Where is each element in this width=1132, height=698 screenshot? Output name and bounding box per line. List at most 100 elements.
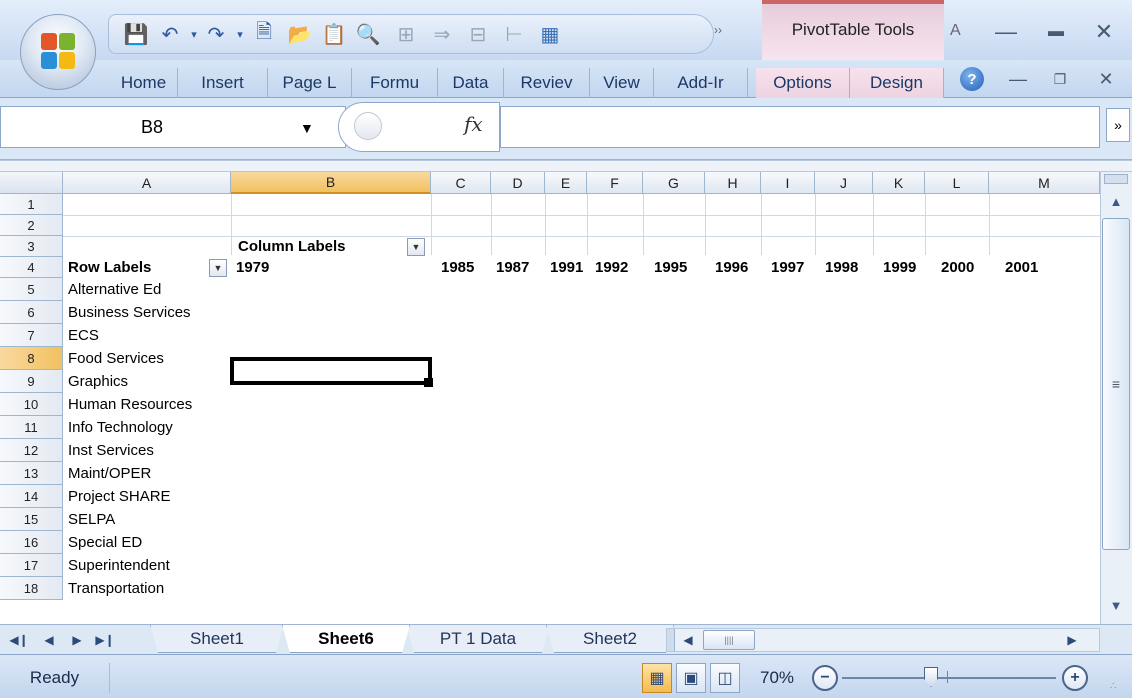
tab-review[interactable]: Reviev bbox=[504, 68, 590, 98]
first-sheet-icon[interactable]: ◀❙ bbox=[8, 629, 30, 651]
maximize-icon[interactable]: ▬ bbox=[1036, 12, 1076, 52]
row-labels-filter-icon[interactable]: ▼ bbox=[209, 259, 227, 277]
sheet-tab[interactable]: PT 1 Data bbox=[406, 625, 550, 653]
merge-cells-icon[interactable]: ⊢ bbox=[499, 19, 529, 49]
sheet-tab[interactable]: Sheet1 bbox=[150, 625, 284, 653]
workbook-restore-icon[interactable]: ❐ bbox=[1040, 60, 1080, 98]
row-header[interactable]: 7 bbox=[0, 324, 63, 347]
pivot-row-item[interactable]: Graphics bbox=[63, 370, 128, 393]
row-header[interactable]: 17 bbox=[0, 554, 63, 577]
sheet-tab-active[interactable]: Sheet6 bbox=[282, 625, 410, 653]
fill-handle[interactable] bbox=[424, 378, 433, 387]
row-header[interactable]: 16 bbox=[0, 531, 63, 554]
pivot-row-item[interactable]: Special ED bbox=[63, 531, 142, 554]
pivot-row-item[interactable]: Project SHARE bbox=[63, 485, 171, 508]
pivot-row-item[interactable]: Info Technology bbox=[63, 416, 173, 439]
tab-home[interactable]: Home bbox=[110, 68, 178, 98]
zoom-level[interactable]: 70% bbox=[760, 663, 800, 693]
workbook-minimize-icon[interactable]: — bbox=[998, 60, 1038, 98]
column-header-d[interactable]: D bbox=[491, 172, 545, 194]
scroll-up-icon[interactable]: ▲ bbox=[1104, 188, 1128, 214]
column-header-a[interactable]: A bbox=[63, 172, 231, 194]
column-header-i[interactable]: I bbox=[761, 172, 815, 194]
pivot-row-item[interactable]: SELPA bbox=[63, 508, 115, 531]
row-header[interactable]: 4 bbox=[0, 257, 63, 278]
pivot-row-item[interactable]: Superintendent bbox=[63, 554, 170, 577]
name-box-dropdown-icon[interactable]: ▼ bbox=[300, 120, 314, 136]
tab-split-handle[interactable] bbox=[667, 629, 675, 651]
column-header-b[interactable]: B bbox=[231, 172, 431, 194]
column-header-m[interactable]: M bbox=[989, 172, 1100, 194]
insert-function-icon[interactable]: fx bbox=[464, 112, 483, 136]
column-header-f[interactable]: F bbox=[587, 172, 643, 194]
row-header[interactable]: 9 bbox=[0, 370, 63, 393]
tab-options[interactable]: Options bbox=[756, 68, 850, 98]
new-document-icon[interactable]: 🗎 bbox=[249, 19, 279, 49]
last-sheet-icon[interactable]: ▶❙ bbox=[94, 629, 116, 651]
scroll-left-icon[interactable]: ◀ bbox=[679, 631, 697, 649]
help-icon[interactable]: ? bbox=[952, 60, 992, 98]
scroll-down-icon[interactable]: ▼ bbox=[1104, 592, 1128, 618]
formula-input[interactable] bbox=[500, 106, 1100, 148]
tab-formulas[interactable]: Formu bbox=[352, 68, 438, 98]
page-break-preview-icon[interactable]: ◫ bbox=[710, 663, 740, 693]
row-header[interactable]: 10 bbox=[0, 393, 63, 416]
column-header-h[interactable]: H bbox=[705, 172, 761, 194]
zoom-in-icon[interactable]: + bbox=[1062, 665, 1088, 691]
zoom-out-icon[interactable]: − bbox=[812, 665, 838, 691]
row-header[interactable]: 2 bbox=[0, 215, 63, 236]
minimize-icon[interactable]: — bbox=[986, 12, 1026, 52]
save-icon[interactable]: 💾 bbox=[121, 19, 151, 49]
formula-cancel-icon[interactable] bbox=[354, 112, 382, 140]
row-header[interactable]: 3 bbox=[0, 236, 63, 257]
pivot-row-item[interactable]: Food Services bbox=[63, 347, 164, 370]
insert-cells-icon[interactable]: ⊞ bbox=[391, 19, 421, 49]
row-header[interactable]: 11 bbox=[0, 416, 63, 439]
workbook-close-icon[interactable]: ✕ bbox=[1086, 60, 1126, 98]
row-header[interactable]: 15 bbox=[0, 508, 63, 531]
row-header[interactable]: 12 bbox=[0, 439, 63, 462]
column-header-g[interactable]: G bbox=[643, 172, 705, 194]
zoom-slider-thumb[interactable] bbox=[924, 667, 938, 687]
column-header-j[interactable]: J bbox=[815, 172, 873, 194]
tab-view[interactable]: View bbox=[590, 68, 654, 98]
form-icon[interactable]: ▦ bbox=[535, 19, 565, 49]
column-header-k[interactable]: K bbox=[873, 172, 925, 194]
tab-design[interactable]: Design bbox=[850, 68, 944, 98]
insert-rows-icon[interactable]: ⊟ bbox=[463, 19, 493, 49]
horizontal-scroll-thumb[interactable]: |||| bbox=[703, 630, 755, 650]
vertical-scroll-thumb[interactable]: ≡ bbox=[1102, 218, 1130, 550]
tab-data[interactable]: Data bbox=[438, 68, 504, 98]
row-header[interactable]: 1 bbox=[0, 194, 63, 215]
page-layout-view-icon[interactable]: ▣ bbox=[676, 663, 706, 693]
tab-add-ins[interactable]: Add-Ir bbox=[654, 68, 748, 98]
print-preview-icon[interactable]: 🔍 bbox=[353, 19, 383, 49]
formula-bar-splitter[interactable] bbox=[0, 160, 1132, 172]
previous-sheet-icon[interactable]: ◀ bbox=[38, 629, 60, 651]
tab-insert[interactable]: Insert bbox=[178, 68, 268, 98]
paste-icon[interactable]: 📋 bbox=[319, 19, 349, 49]
name-box[interactable]: B8 bbox=[0, 106, 346, 148]
pivot-row-item[interactable]: Inst Services bbox=[63, 439, 154, 462]
select-all-corner[interactable] bbox=[0, 172, 63, 194]
row-header[interactable]: 5 bbox=[0, 278, 63, 301]
normal-view-icon[interactable]: ▦ bbox=[642, 663, 672, 693]
zoom-slider-track[interactable] bbox=[842, 677, 1056, 679]
resize-grip-icon[interactable]: ∴ bbox=[1110, 681, 1116, 692]
close-icon[interactable]: ✕ bbox=[1084, 12, 1124, 52]
pivot-row-item[interactable]: Human Resources bbox=[63, 393, 192, 416]
pivot-row-item[interactable]: Maint/OPER bbox=[63, 462, 151, 485]
customize-qat-icon[interactable]: ›› bbox=[706, 18, 730, 42]
horizontal-scrollbar[interactable]: ◀ |||| ▶ bbox=[666, 628, 1100, 652]
vertical-split-box[interactable] bbox=[1104, 174, 1128, 184]
sheet-tab[interactable]: Sheet2 bbox=[546, 625, 674, 653]
scroll-right-icon[interactable]: ▶ bbox=[1063, 631, 1081, 649]
column-header-l[interactable]: L bbox=[925, 172, 989, 194]
row-header-selected[interactable]: 8 bbox=[0, 347, 63, 370]
tab-page-layout[interactable]: Page L bbox=[268, 68, 352, 98]
column-header-c[interactable]: C bbox=[431, 172, 491, 194]
office-button[interactable] bbox=[20, 14, 96, 90]
open-folder-icon[interactable]: 📂 bbox=[285, 19, 315, 49]
pivot-row-item[interactable]: Alternative Ed bbox=[63, 278, 161, 301]
pivot-row-item[interactable]: ECS bbox=[63, 324, 99, 347]
